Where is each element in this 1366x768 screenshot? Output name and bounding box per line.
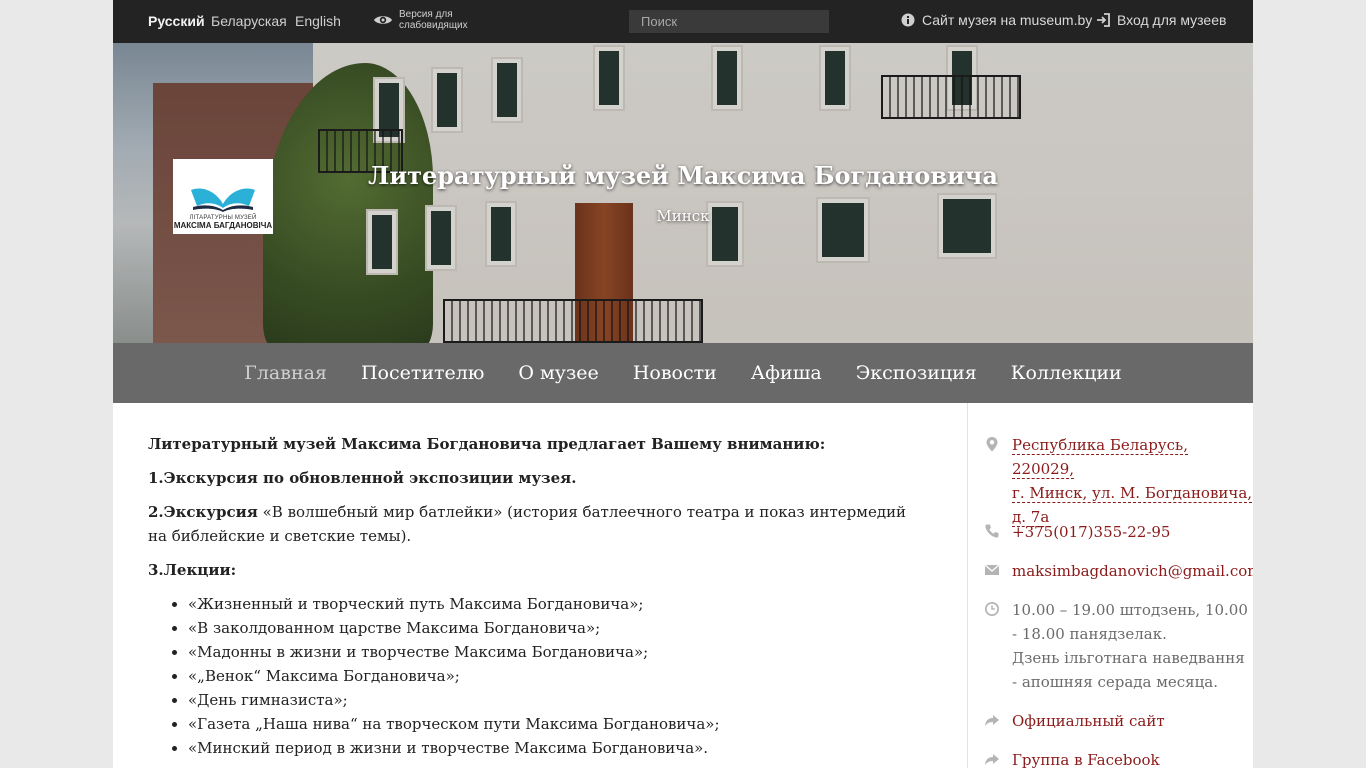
nav-item-collections[interactable]: Коллекции <box>1011 362 1122 384</box>
lang-belarusian[interactable]: Беларуская <box>211 13 287 29</box>
museum-site-link[interactable]: Сайт музея на museum.by <box>901 12 1092 28</box>
lectures-list: «Жизненный и творческий путь Максима Бог… <box>172 592 928 760</box>
hero-overlay <box>113 43 1253 343</box>
list-item: «Мадонны в жизни и творчестве Максима Бо… <box>172 640 928 664</box>
sign-in-icon <box>1097 13 1110 27</box>
museum-city: Минск <box>656 207 710 225</box>
facebook-row: Группа в Facebook <box>984 748 1160 768</box>
list-item: «Газета „Наша нива“ на творческом пути М… <box>172 712 928 736</box>
login-link[interactable]: Вход для музеев <box>1096 12 1226 28</box>
eye-icon <box>374 16 392 24</box>
list-item: «День гимназиста»; <box>172 688 928 712</box>
nav-item-visitors[interactable]: Посетителю <box>361 362 484 384</box>
envelope-icon <box>984 564 1000 575</box>
content-item-3: 3.Лекции: <box>148 561 237 579</box>
facebook-link[interactable]: Группа в Facebook <box>1012 748 1160 768</box>
low-vision-toggle[interactable]: Версия для слабовидящих <box>373 9 479 31</box>
list-item: «Минский период в жизни и творчестве Мак… <box>172 736 928 760</box>
list-item: «„Венок“ Максима Богдановича»; <box>172 664 928 688</box>
nav-item-events[interactable]: Афиша <box>751 362 822 384</box>
email-row: maksimbagdanovich@gmail.com <box>984 559 1253 583</box>
search-input[interactable] <box>629 10 829 33</box>
hours-row: 10.00 – 19.00 штодзень, 10.00 - 18.00 па… <box>984 598 1248 694</box>
phone-link[interactable]: +375(017)355-22-95 <box>1012 520 1170 544</box>
main-content: Литературный музей Максима Богдановича п… <box>148 432 928 760</box>
top-bar: Русский Беларуская English Версия для сл… <box>113 0 1253 43</box>
phone-row: +375(017)355-22-95 <box>984 520 1170 544</box>
share-arrow-icon <box>985 715 999 726</box>
main-nav: Главная Посетителю О музее Новости Афиша… <box>113 343 1253 403</box>
list-item: «В заколдованном царстве Максима Богдано… <box>172 616 928 640</box>
nav-item-home[interactable]: Главная <box>244 362 327 384</box>
official-site-row: Официальный сайт <box>984 709 1165 733</box>
address-row: Республика Беларусь, 220029, г. Минск, у… <box>984 433 1253 529</box>
nav-item-about[interactable]: О музее <box>518 362 598 384</box>
content-item-2-title: 2.Экскурсия <box>148 503 258 521</box>
museum-title: Литературный музей Максима Богдановича <box>368 161 998 190</box>
hero-banner: ЛІТАРАТУРНЫ МУЗЕЙ МАКСІМА БАГДАНОВІЧА Ли… <box>113 43 1253 343</box>
map-marker-icon <box>986 437 998 452</box>
lang-english[interactable]: English <box>295 13 341 29</box>
hours-line2: - 18.00 панядзелак. <box>1012 625 1167 643</box>
nav-item-news[interactable]: Новости <box>633 362 717 384</box>
contact-sidebar: Республика Беларусь, 220029, г. Минск, у… <box>967 403 1253 768</box>
address-link-line2[interactable]: г. Минск, ул. М. Богдановича, <box>1012 484 1253 503</box>
login-label: Вход для музеев <box>1117 12 1227 28</box>
hours-line1: 10.00 – 19.00 штодзень, 10.00 <box>1012 601 1248 619</box>
page: Русский Беларуская English Версия для сл… <box>113 0 1253 768</box>
content-item-2-text: «В волшебный мир батлейки» (история батл… <box>148 503 907 545</box>
hours-line3: Дзень ільготнага наведвання <box>1012 649 1245 667</box>
content-intro: Литературный музей Максима Богдановича п… <box>148 435 826 453</box>
address-link-line1[interactable]: Республика Беларусь, 220029, <box>1012 436 1188 479</box>
hours-line4: - апошняя серада месяца. <box>1012 673 1218 691</box>
low-vision-label: Версия для слабовидящих <box>399 9 468 31</box>
info-icon <box>901 13 915 27</box>
email-link[interactable]: maksimbagdanovich@gmail.com <box>1012 559 1253 583</box>
content-item-1: 1.Экскурсия по обновленной экспозиции му… <box>148 469 577 487</box>
lang-russian[interactable]: Русский <box>148 13 205 29</box>
list-item: «Жизненный и творческий путь Максима Бог… <box>172 592 928 616</box>
share-arrow-icon <box>985 754 999 765</box>
official-site-link[interactable]: Официальный сайт <box>1012 709 1165 733</box>
clock-icon <box>985 602 999 616</box>
nav-item-exposition[interactable]: Экспозиция <box>856 362 977 384</box>
phone-icon <box>985 524 999 538</box>
museum-site-label: Сайт музея на museum.by <box>922 12 1093 28</box>
